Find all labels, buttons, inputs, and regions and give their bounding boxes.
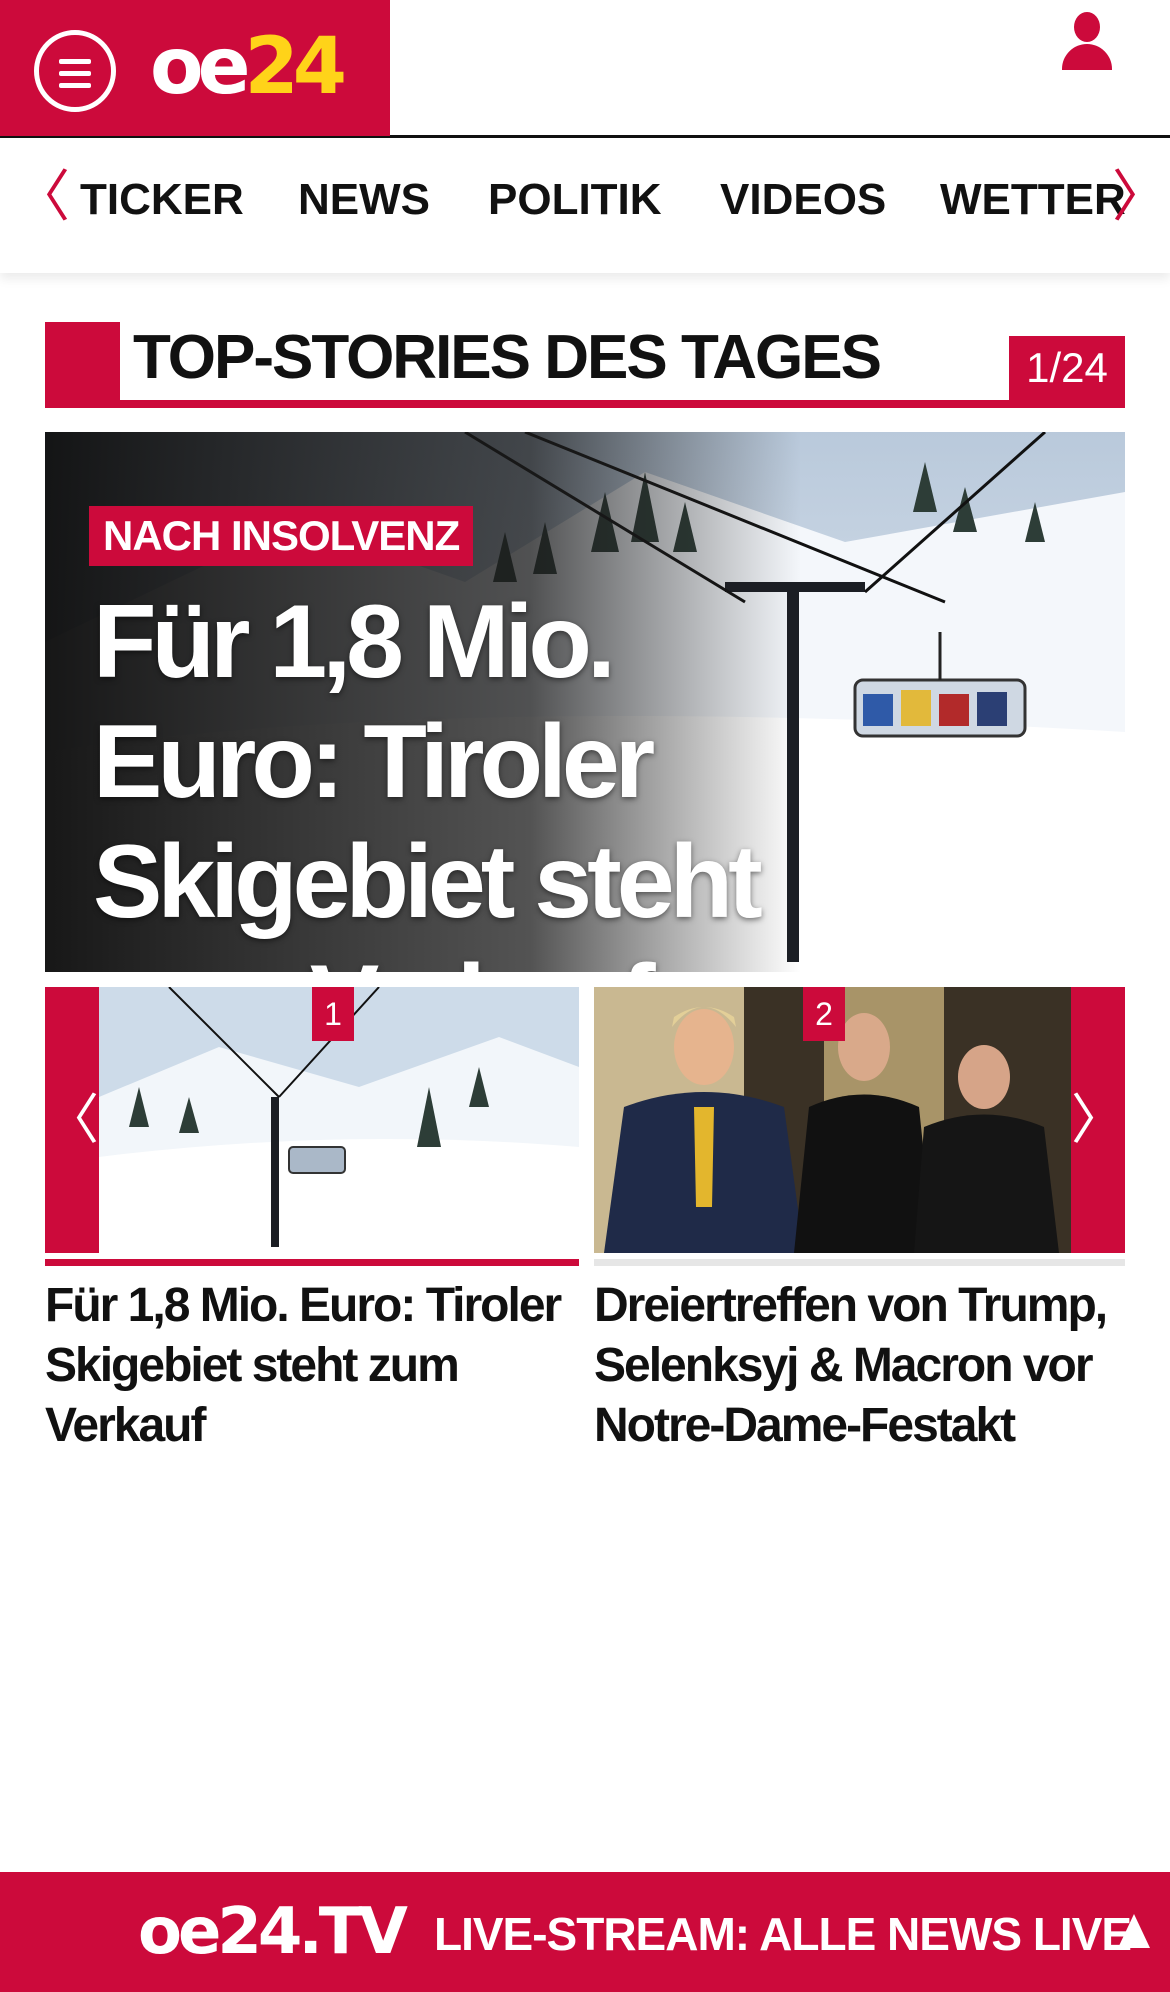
menu-line xyxy=(59,59,91,64)
story-card-indicator-active xyxy=(45,1259,579,1266)
section-accent-block xyxy=(45,322,120,408)
section-underline xyxy=(45,400,1125,408)
nav-item-videos[interactable]: VIDEOS xyxy=(720,174,886,226)
story-counter: 1/24 xyxy=(1009,336,1125,400)
hero-title[interactable]: Für 1,8 Mio. Euro: Tiroler Skigebiet ste… xyxy=(93,582,853,972)
hero-story[interactable]: NACH INSOLVENZ Für 1,8 Mio. Euro: Tirole… xyxy=(45,432,1125,972)
section-title: TOP-STORIES DES TAGES xyxy=(133,323,882,392)
live-stream-bar[interactable]: oe24.TV LIVE-STREAM: ALLE NEWS LIVE xyxy=(0,1872,1170,1992)
chevron-left-icon[interactable]: 〈 xyxy=(14,168,70,228)
chevron-right-icon[interactable]: 〉 xyxy=(1071,987,1125,1253)
story-card-indicator xyxy=(594,1259,1125,1266)
nav-item-politik[interactable]: POLITIK xyxy=(488,174,662,226)
story-card-title[interactable]: Dreiertreffen von Trump, Selenksyj & Mac… xyxy=(594,1276,1114,1456)
user-icon[interactable] xyxy=(1062,12,1112,70)
chevron-left-icon[interactable]: 〈 xyxy=(45,987,99,1253)
live-stream-text: LIVE-STREAM: ALLE NEWS LIVE xyxy=(434,1908,1132,1960)
logo-area: oe24 xyxy=(0,0,390,136)
category-nav: 〈 TICKER NEWS POLITIK VIDEOS WETTER 〉 xyxy=(0,138,1170,273)
menu-line xyxy=(59,71,91,76)
top-header: oe24 xyxy=(0,0,1170,138)
user-icon-body xyxy=(1062,44,1112,70)
arrow-up-icon[interactable] xyxy=(1118,1914,1150,1948)
story-carousel: 1 2 〈 〉 xyxy=(45,987,1125,1266)
nav-item-ticker[interactable]: TICKER xyxy=(80,174,244,226)
nav-item-wetter[interactable]: WETTER xyxy=(940,174,1126,226)
story-card-number: 1 xyxy=(312,987,354,1041)
story-card-number: 2 xyxy=(803,987,845,1041)
chevron-right-icon[interactable]: 〉 xyxy=(1112,168,1168,228)
nav-item-news[interactable]: NEWS xyxy=(298,174,430,226)
hamburger-menu-icon[interactable] xyxy=(34,30,116,112)
logo-oe: oe xyxy=(150,22,250,112)
logo-24: 24 xyxy=(244,22,348,112)
tv-logo: oe24.TV xyxy=(138,1895,408,1969)
site-logo[interactable]: oe24 xyxy=(150,22,348,112)
story-card-title[interactable]: Für 1,8 Mio. Euro: Tiroler Skigebiet ste… xyxy=(45,1276,565,1456)
menu-line xyxy=(59,83,91,88)
section-header: TOP-STORIES DES TAGES 1/24 xyxy=(45,322,1125,408)
user-icon-head xyxy=(1074,12,1100,42)
hero-kicker: NACH INSOLVENZ xyxy=(89,506,474,566)
